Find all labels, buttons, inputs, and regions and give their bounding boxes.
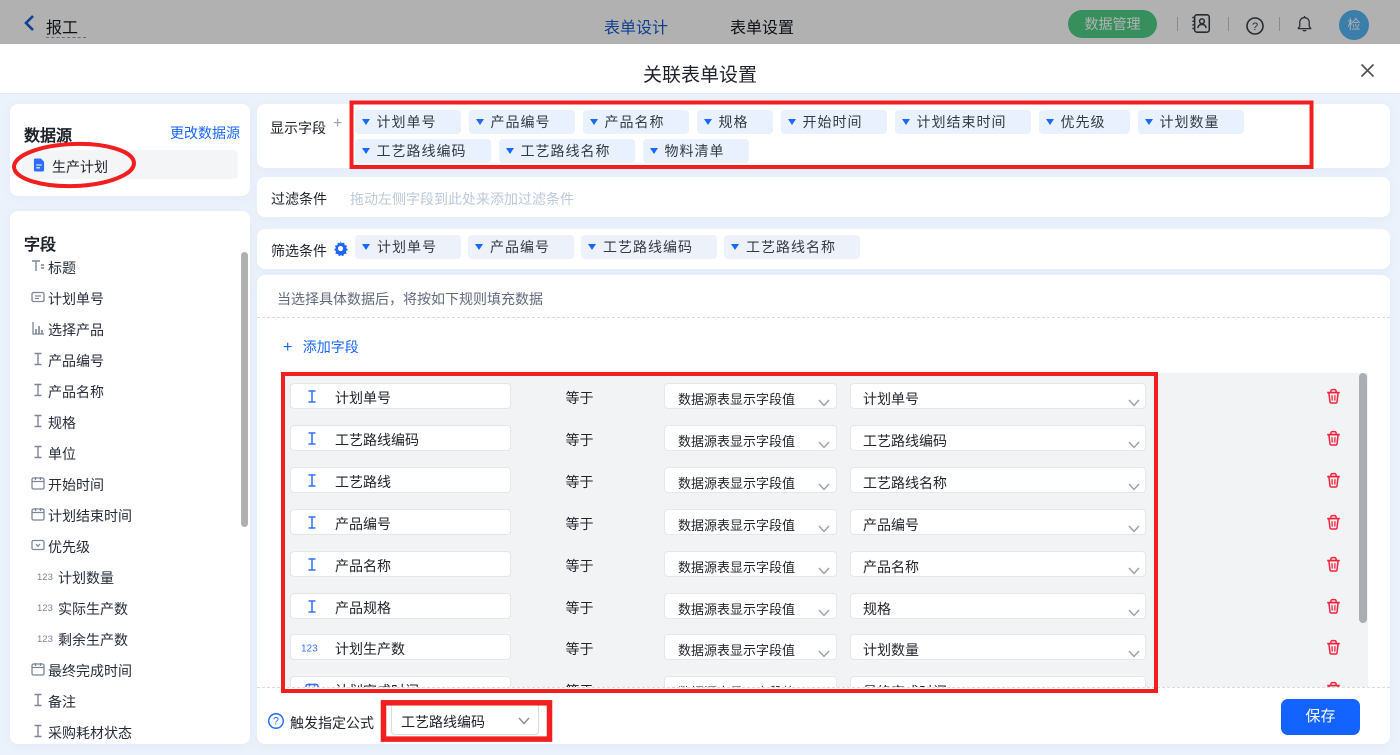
svg-text:123: 123	[37, 603, 53, 614]
svg-text:?: ?	[273, 716, 279, 728]
svg-text:123: 123	[37, 634, 53, 645]
svg-text:123: 123	[37, 572, 53, 583]
svg-text:123: 123	[301, 644, 318, 655]
